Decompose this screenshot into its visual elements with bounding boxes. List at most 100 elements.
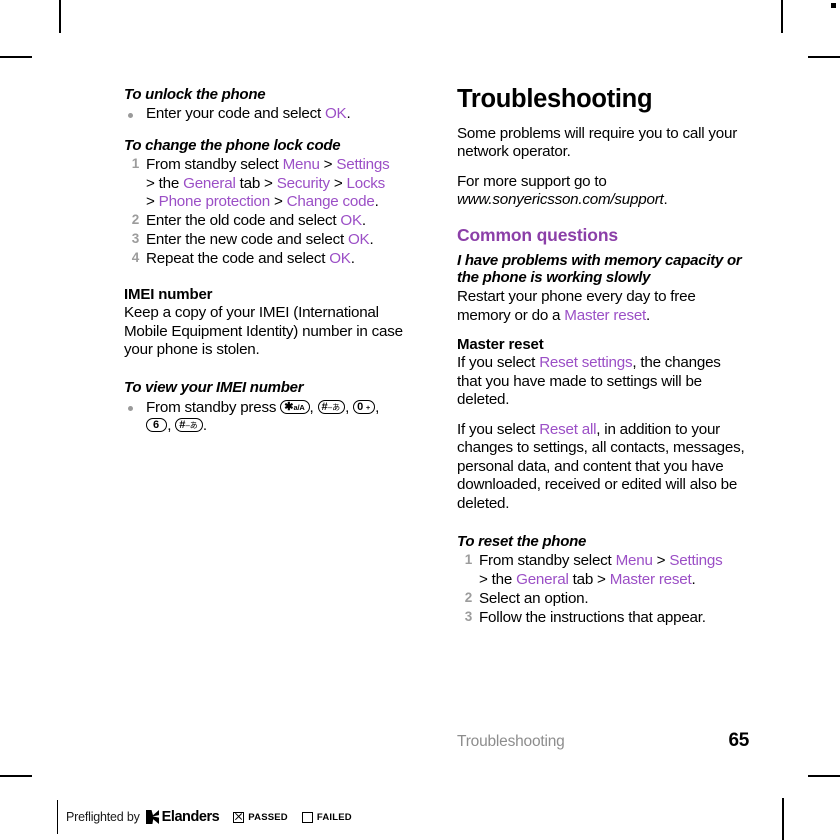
preflight-passed-status: PASSED	[233, 811, 288, 823]
list-item: 1 From standby select Menu > Settings > …	[457, 552, 749, 589]
support-text-post: .	[663, 191, 668, 209]
menu-ref-reset-all: Reset all	[539, 420, 597, 438]
menu-ref-general: General	[183, 174, 236, 192]
elanders-logo-icon	[145, 810, 159, 824]
heading-to-view-your-imei-number: To view your IMEI number	[124, 379, 304, 397]
list-item: 3 Enter the new code and select OK.	[124, 231, 416, 249]
step-separator: >	[329, 174, 347, 192]
list-item: 4 Repeat the code and select OK.	[124, 250, 416, 268]
preflight-bar: Preflighted by Elanders PASSED FAILED	[57, 800, 352, 834]
step-text-pre: Enter your code and select	[146, 105, 325, 123]
step-separator: >	[319, 156, 337, 174]
step-text: From standby select	[479, 552, 616, 570]
menu-ref-general: General	[516, 570, 569, 588]
paragraph-text: If you select	[457, 354, 540, 372]
step-text: From standby press	[146, 398, 281, 416]
step-number: 2	[131, 212, 140, 228]
list-item: 1 From standby select Menu > Settings > …	[124, 156, 416, 211]
menu-ref-menu: Menu	[282, 156, 320, 174]
step-content: Select an option.	[479, 589, 589, 607]
menu-ref-reset-settings: Reset settings	[539, 354, 633, 372]
memory-answer: Restart your phone every day to free mem…	[457, 288, 749, 325]
step-text: Enter the new code and select	[146, 231, 348, 249]
step-text: >	[146, 193, 159, 211]
master-reset-paragraph-2: If you select Reset all, in addition to …	[457, 421, 749, 513]
step-separator: tab >	[568, 570, 610, 588]
view-imei-steps-list: From standby press ✱a/A, #–あ, 0 +, 6 , #…	[124, 399, 416, 436]
heading-master-reset: Master reset	[457, 336, 544, 354]
paragraph-text: If you select	[457, 420, 540, 438]
hash-key-icon-2: #–あ	[175, 418, 203, 433]
key-separator: ,	[309, 398, 318, 416]
step-content: Enter the new code and select OK.	[146, 231, 416, 249]
menu-ref-settings: Settings	[669, 552, 723, 570]
right-column: Troubleshooting Some problems will requi…	[457, 86, 749, 628]
menu-ref-ok: OK	[347, 231, 370, 249]
unlock-steps-list: Enter your code and select OK.	[124, 105, 416, 123]
step-text-post: .	[361, 212, 366, 230]
star-key-icon: ✱a/A	[280, 399, 310, 414]
page-footer: Troubleshooting 65	[457, 730, 749, 752]
step-content: Follow the instructions that appear.	[479, 608, 706, 626]
heading-imei-number: IMEI number	[124, 285, 213, 303]
step-number: 1	[131, 156, 140, 172]
intro-paragraph-2: For more support go to www.sonyericsson.…	[457, 173, 749, 210]
heading-to-reset-the-phone: To reset the phone	[457, 533, 587, 551]
menu-ref-change-code: Change code	[286, 193, 375, 211]
heading-to-change-the-phone-lock-code: To change the phone lock code	[124, 137, 341, 155]
answer-text-post: .	[646, 306, 651, 324]
heading-common-questions: Common questions	[457, 224, 618, 245]
support-url: www.sonyericsson.com/support	[457, 191, 664, 209]
menu-ref-master-reset: Master reset	[609, 570, 692, 588]
menu-ref-security: Security	[276, 174, 330, 192]
failed-label: FAILED	[316, 811, 352, 823]
step-content: Enter the old code and select OK.	[146, 212, 416, 230]
list-item: 2 Enter the old code and select OK.	[124, 212, 416, 230]
preflight-failed-status: FAILED	[301, 811, 352, 823]
step-text: > the	[146, 174, 184, 192]
passed-checkbox-icon	[233, 811, 245, 823]
list-item: Enter your code and select OK.	[124, 105, 416, 123]
menu-ref-ok: OK	[329, 250, 351, 267]
menu-ref-master-reset: Master reset	[564, 306, 647, 324]
zero-key-icon: 0 +	[353, 399, 376, 414]
failed-checkbox-icon	[301, 811, 313, 823]
list-item: 3 Follow the instructions that appear.	[457, 609, 749, 627]
left-column: To unlock the phone Enter your code and …	[124, 86, 416, 436]
page-number: 65	[728, 730, 749, 751]
change-lock-code-steps: 1 From standby select Menu > Settings > …	[124, 156, 416, 268]
menu-ref-phone-protection: Phone protection	[158, 193, 271, 211]
keys-terminator: .	[202, 417, 207, 435]
six-key-icon: 6	[146, 418, 168, 433]
step-content: From standby select Menu > Settings > th…	[146, 156, 416, 211]
menu-ref-ok: OK	[340, 212, 362, 230]
step-text-post: .	[350, 250, 355, 267]
heading-memory-capacity-question: I have problems with memory capacity or …	[457, 252, 742, 287]
support-text: For more support go to	[457, 172, 607, 190]
step-separator: >	[269, 193, 287, 211]
step-text: Repeat the code and select	[146, 250, 330, 267]
step-separator: tab >	[235, 174, 277, 192]
key-separator: ,	[345, 398, 354, 416]
step-number: 4	[131, 250, 140, 265]
passed-label: PASSED	[248, 811, 288, 823]
step-number: 1	[464, 552, 473, 568]
key-separator: ,	[167, 417, 176, 435]
step-text: > the	[479, 570, 517, 588]
step-number: 3	[131, 231, 140, 247]
intro-paragraph-1: Some problems will require you to call y…	[457, 124, 738, 161]
step-text-post: .	[374, 193, 379, 211]
page-title: Troubleshooting	[457, 85, 653, 113]
elanders-brand-name: Elanders	[161, 809, 220, 825]
menu-ref-ok: OK	[324, 105, 347, 123]
menu-ref-locks: Locks	[346, 174, 386, 192]
list-item: From standby press ✱a/A, #–あ, 0 +, 6 , #…	[124, 399, 416, 436]
list-item: 2 Select an option.	[457, 590, 749, 608]
step-text-post: .	[346, 105, 351, 123]
step-separator: >	[652, 552, 670, 570]
step-text: From standby select	[146, 156, 283, 174]
step-content: Repeat the code and select OK.	[146, 250, 416, 268]
